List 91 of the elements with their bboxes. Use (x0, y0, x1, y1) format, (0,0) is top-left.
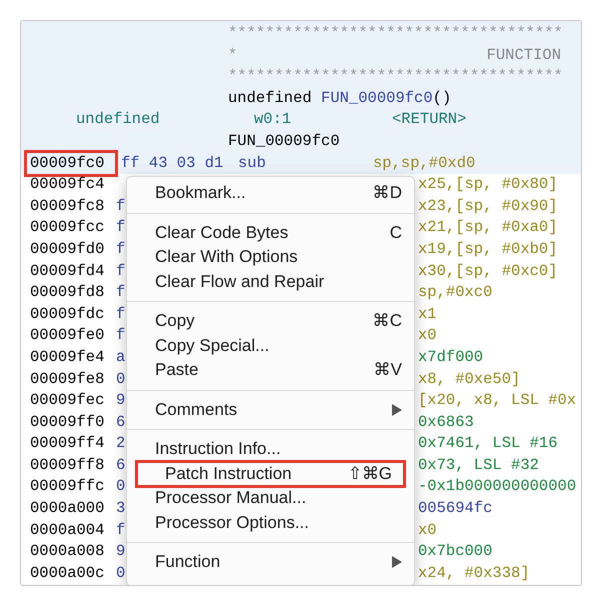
separator-stars: * (228, 44, 238, 66)
submenu-arrow-icon (392, 404, 402, 416)
bytes-cell: 9 (116, 542, 126, 560)
shortcut-label: C (390, 222, 402, 244)
bytes-cell: f (116, 283, 126, 302)
menu-item[interactable]: Instruction Info... (127, 437, 414, 462)
operands-cell: 0x7bc000 (418, 542, 492, 560)
operands-cell: x23,[sp, #0x90] (418, 196, 558, 215)
bytes-cell: a (116, 348, 126, 366)
menu-item[interactable]: Bookmark... ⌘D (127, 181, 414, 206)
address-cell-text: 00009fdc (29, 304, 106, 325)
address-cell-text: 00009ff0 (29, 412, 106, 433)
operands-cell: 005694fc (418, 499, 492, 518)
address-cell-text: 00009fc4 (29, 174, 106, 196)
menu-item[interactable]: Copy Special... (127, 334, 414, 358)
address-cell-text: 00009fd4 (29, 260, 106, 282)
operands-cell: x0 (418, 520, 437, 539)
operands-cell: -0x1b000000000000 (418, 477, 576, 496)
menu-item[interactable]: Processor Options... (127, 510, 414, 535)
bytes-cell: f (116, 326, 126, 344)
operands-cell: 0x7461, LSL #16 (418, 434, 558, 452)
function-name: FUN_00009fc0 (321, 88, 433, 109)
menu-item[interactable]: Clear With Options (127, 245, 414, 270)
bytes-cell: 0 (116, 370, 126, 388)
address-cell-text: 00009ffc (29, 476, 106, 498)
address-cell-text: 0000a008 (29, 541, 106, 562)
menu-item[interactable]: Paste ⌘V (127, 358, 414, 382)
address-cell-text: 00009fd8 (29, 282, 106, 304)
menu-item[interactable]: Clear Flow and Repair (127, 270, 414, 294)
operands-cell: x8, #0xe50] (418, 370, 520, 388)
operands-cell: x30,[sp, #0xc0] (418, 262, 558, 280)
operands-cell: x25,[sp, #0x80] (418, 175, 558, 194)
shortcut-label: ⌘V (374, 359, 402, 382)
bytes-cell: 2 (116, 434, 126, 452)
operands-cell: sp,sp,#0xd0 (373, 154, 476, 172)
address-cell: 00009fc0 (27, 152, 115, 174)
return-type: undefined (228, 88, 313, 109)
address-cell-text: 00009fd0 (29, 238, 106, 260)
bytes-cell: f (116, 196, 126, 215)
operands-cell: x21,[sp, #0xa0] (418, 218, 558, 236)
address-cell-text: 0000a004 (29, 520, 106, 541)
address-cell-text: 00009ff4 (29, 433, 106, 454)
parentheses: () (432, 88, 452, 109)
operands-cell: 0x73, LSL #32 (418, 456, 539, 474)
shortcut-label: ⌘D (372, 182, 402, 204)
bytes-cell: 6 (116, 456, 126, 474)
menu-item[interactable]: Clear Code Bytes C (127, 220, 414, 245)
menu-item[interactable]: Processor Manual... (127, 486, 414, 510)
menu-item[interactable]: Patch Instruction ⇧⌘G (137, 462, 404, 486)
address-cell-text: 00009fec (29, 390, 106, 412)
address-cell-text: 00009fe0 (29, 325, 106, 346)
storage-location: w0:1 (254, 109, 292, 130)
bytes-cell: f (116, 218, 126, 236)
bytes-cell: 0 (116, 564, 126, 582)
menu-item[interactable]: Comments (127, 398, 414, 422)
bytes-cell: 0 (116, 477, 126, 496)
address-cell-text: 0000a00c (29, 562, 106, 584)
address-cell-text: 00009fcc (29, 217, 106, 238)
bytes-cell: 3 (116, 499, 126, 518)
bytes-cell: f (116, 304, 126, 323)
separator-stars: ************************************ (228, 66, 564, 88)
menu-item[interactable]: Copy ⌘C (127, 309, 414, 334)
operands-cell: x7df000 (418, 348, 484, 366)
operands-cell: x0 (418, 326, 437, 344)
address-cell-text: 0000a000 (29, 498, 106, 520)
function-label: FUN_00009fc0 (228, 132, 340, 150)
operands-cell: x24, #0x338] (418, 564, 530, 582)
separator-stars: ************************************ (228, 23, 564, 44)
menu-item[interactable]: Function (127, 550, 414, 574)
bytes-cell: f (116, 262, 126, 280)
bytes-cell: ff 43 03 d1 (121, 154, 224, 172)
bytes-cell: f (116, 240, 126, 258)
bytes-cell: 9 (116, 391, 126, 410)
address-cell-text: 00009fe8 (29, 368, 106, 390)
operands-cell: 0x6863 (418, 412, 474, 431)
bytes-cell: f (116, 520, 126, 539)
operands-cell: x1 (418, 304, 437, 323)
address-cell-text: 00009ff8 (29, 454, 106, 476)
shortcut-label: ⇧⌘G (348, 462, 392, 485)
operands-cell: x19,[sp, #0xb0] (418, 240, 558, 258)
address-cell-text: 00009fc8 (29, 196, 106, 217)
operands-cell: [x20, x8, LSL #0x (418, 391, 576, 410)
submenu-arrow-icon (392, 556, 402, 568)
bytes-cell: 6 (116, 412, 126, 431)
address-cell-text: 00009fe4 (29, 346, 106, 368)
function-title-label: FUNCTION (486, 44, 561, 66)
mnemonic-cell: sub (238, 154, 266, 172)
return-label: <RETURN> (392, 109, 466, 130)
operands-cell: sp,#0xc0 (418, 283, 492, 302)
shortcut-label: ⌘C (372, 310, 402, 332)
return-type: undefined (76, 109, 161, 130)
